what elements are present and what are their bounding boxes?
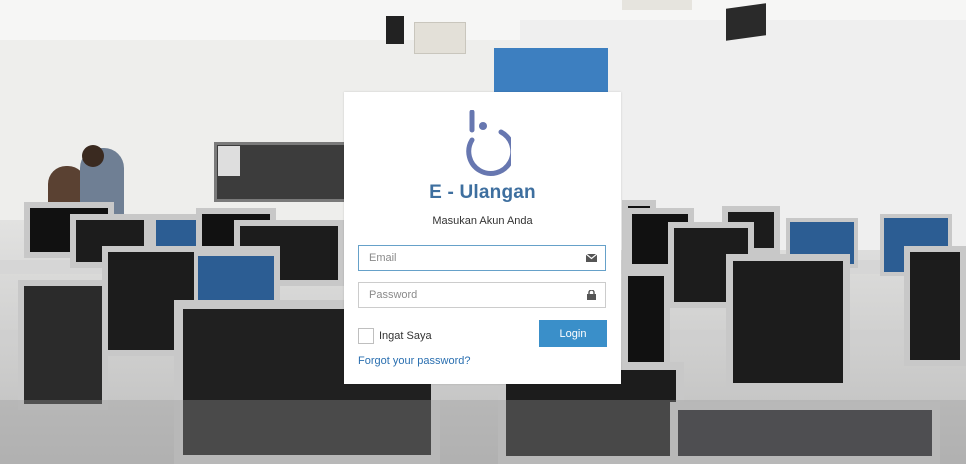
lock-icon — [587, 290, 596, 300]
monitor — [904, 246, 966, 366]
email-input[interactable] — [359, 246, 589, 270]
forgot-password-link[interactable]: Forgot your password? — [358, 355, 471, 367]
monitor — [726, 254, 850, 390]
board-paper — [218, 146, 240, 176]
login-subtitle: Masukan Akun Anda — [432, 215, 533, 227]
air-conditioner-right — [622, 0, 692, 10]
email-field[interactable] — [358, 245, 606, 271]
wall-speaker-right — [726, 3, 766, 41]
remember-label: Ingat Saya — [379, 330, 432, 342]
envelope-icon — [586, 253, 597, 262]
password-input[interactable] — [359, 283, 589, 307]
login-button[interactable]: Login — [539, 320, 607, 347]
login-card: E - Ulangan Masukan Akun Anda Ingat Saya… — [344, 92, 621, 384]
app-title: E - Ulangan — [429, 182, 536, 203]
power-b-logo-icon — [466, 110, 511, 176]
person-head — [82, 145, 104, 167]
remember-checkbox[interactable] — [358, 328, 374, 344]
air-conditioner — [414, 22, 466, 54]
password-field[interactable] — [358, 282, 606, 308]
floor — [0, 400, 966, 464]
monitor — [18, 280, 108, 410]
wall-speaker — [386, 16, 404, 44]
